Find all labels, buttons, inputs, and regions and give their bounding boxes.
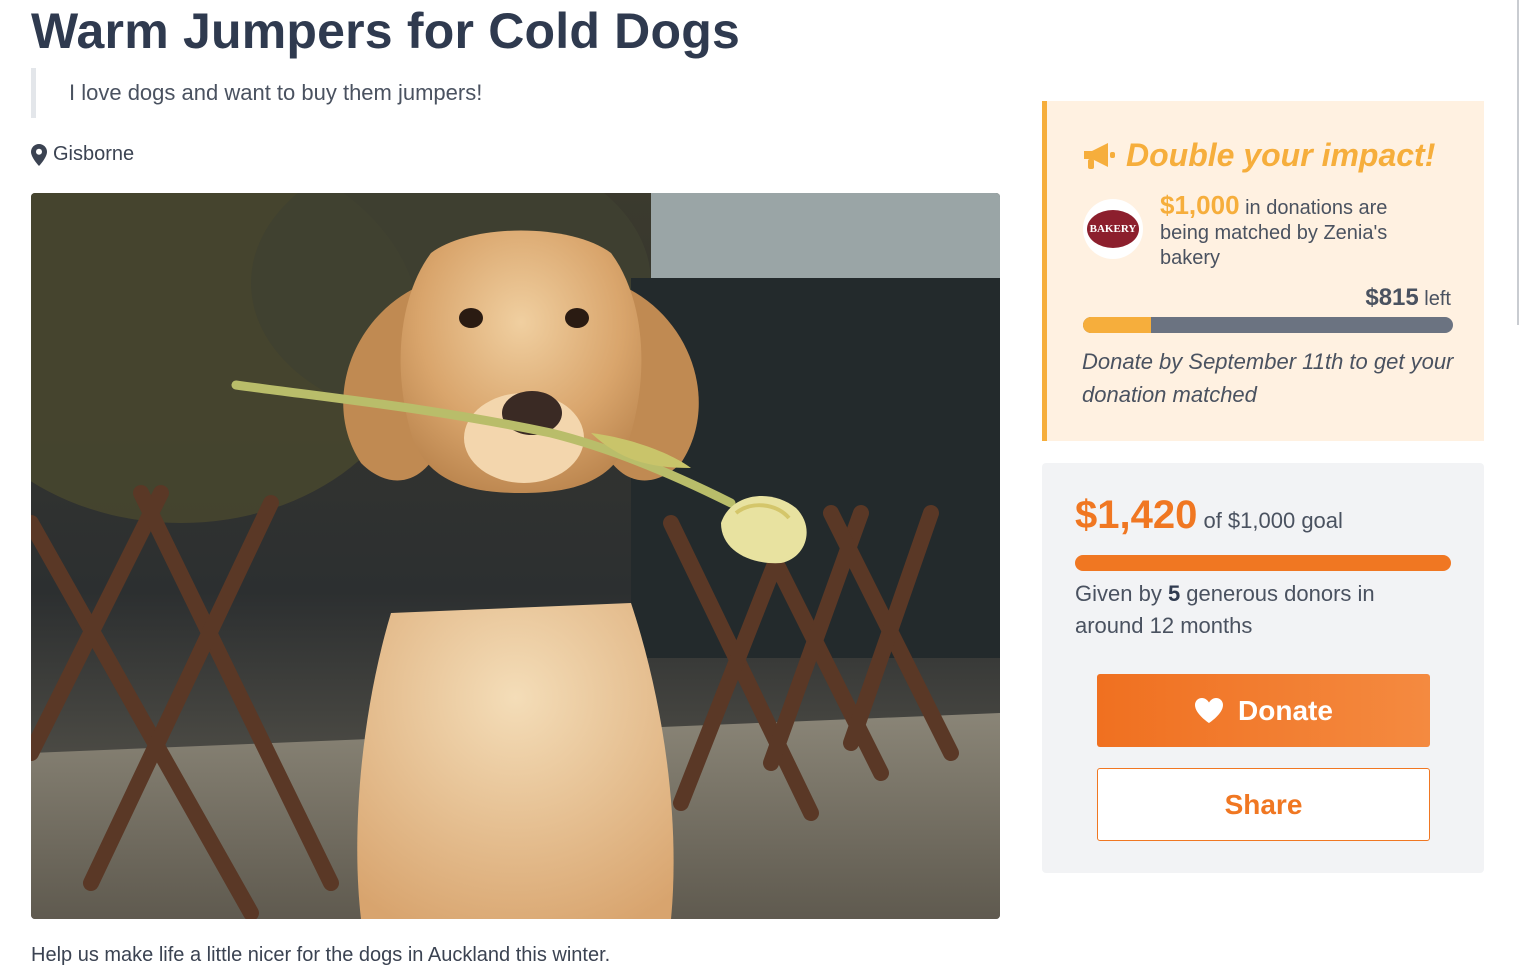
raised-amount: $1,420 (1075, 493, 1198, 537)
campaign-hero-image (31, 193, 1000, 919)
donate-button-label: Donate (1238, 694, 1333, 726)
share-button[interactable]: Share (1097, 768, 1430, 841)
donor-summary: Given by 5 generous donors in around 12 … (1075, 578, 1435, 642)
match-description: $1,000 in donations are being matched by… (1160, 190, 1440, 271)
match-progress-bar (1083, 317, 1453, 333)
match-deadline: Donate by September 11th to get your don… (1082, 349, 1454, 407)
sponsor-logo: BAKERY (1083, 199, 1143, 259)
location: Gisborne (31, 143, 134, 166)
match-heading: Double your impact! (1082, 137, 1435, 174)
heart-icon (1195, 698, 1224, 723)
page-title: Warm Jumpers for Cold Dogs (31, 3, 740, 59)
match-amount: $1,000 (1160, 190, 1240, 220)
location-label: Gisborne (53, 143, 135, 165)
match-remaining: $815 left (1365, 284, 1451, 312)
megaphone-icon (1084, 142, 1115, 169)
share-button-label: Share (1224, 788, 1303, 820)
goal-progress-bar (1075, 555, 1451, 571)
map-pin-icon (31, 143, 47, 166)
campaign-page: Warm Jumpers for Cold Dogs I love dogs a… (0, 0, 1519, 980)
goal-text: of $1,000 goal (1197, 508, 1343, 533)
match-heading-text: Double your impact! (1126, 137, 1436, 173)
donate-button[interactable]: Donate (1097, 674, 1430, 747)
campaign-tagline: I love dogs and want to buy them jumpers… (31, 68, 482, 118)
match-remaining-amount: $815 (1365, 284, 1419, 311)
sponsor-logo-text: BAKERY (1090, 223, 1137, 235)
goal-progress-fill (1075, 555, 1451, 571)
raised-summary: $1,420 of $1,000 goal (1075, 493, 1343, 538)
match-remaining-label: left (1418, 288, 1451, 310)
donor-count: 5 (1167, 581, 1181, 606)
dog-photo (31, 193, 1000, 919)
match-card: Double your impact! BAKERY $1,000 in don… (1042, 101, 1484, 441)
donation-card: $1,420 of $1,000 goal Given by 5 generou… (1042, 463, 1484, 873)
match-progress-fill (1083, 317, 1152, 333)
campaign-description: Help us make life a little nicer for the… (31, 944, 611, 966)
donor-summary-prefix: Given by (1075, 581, 1168, 606)
